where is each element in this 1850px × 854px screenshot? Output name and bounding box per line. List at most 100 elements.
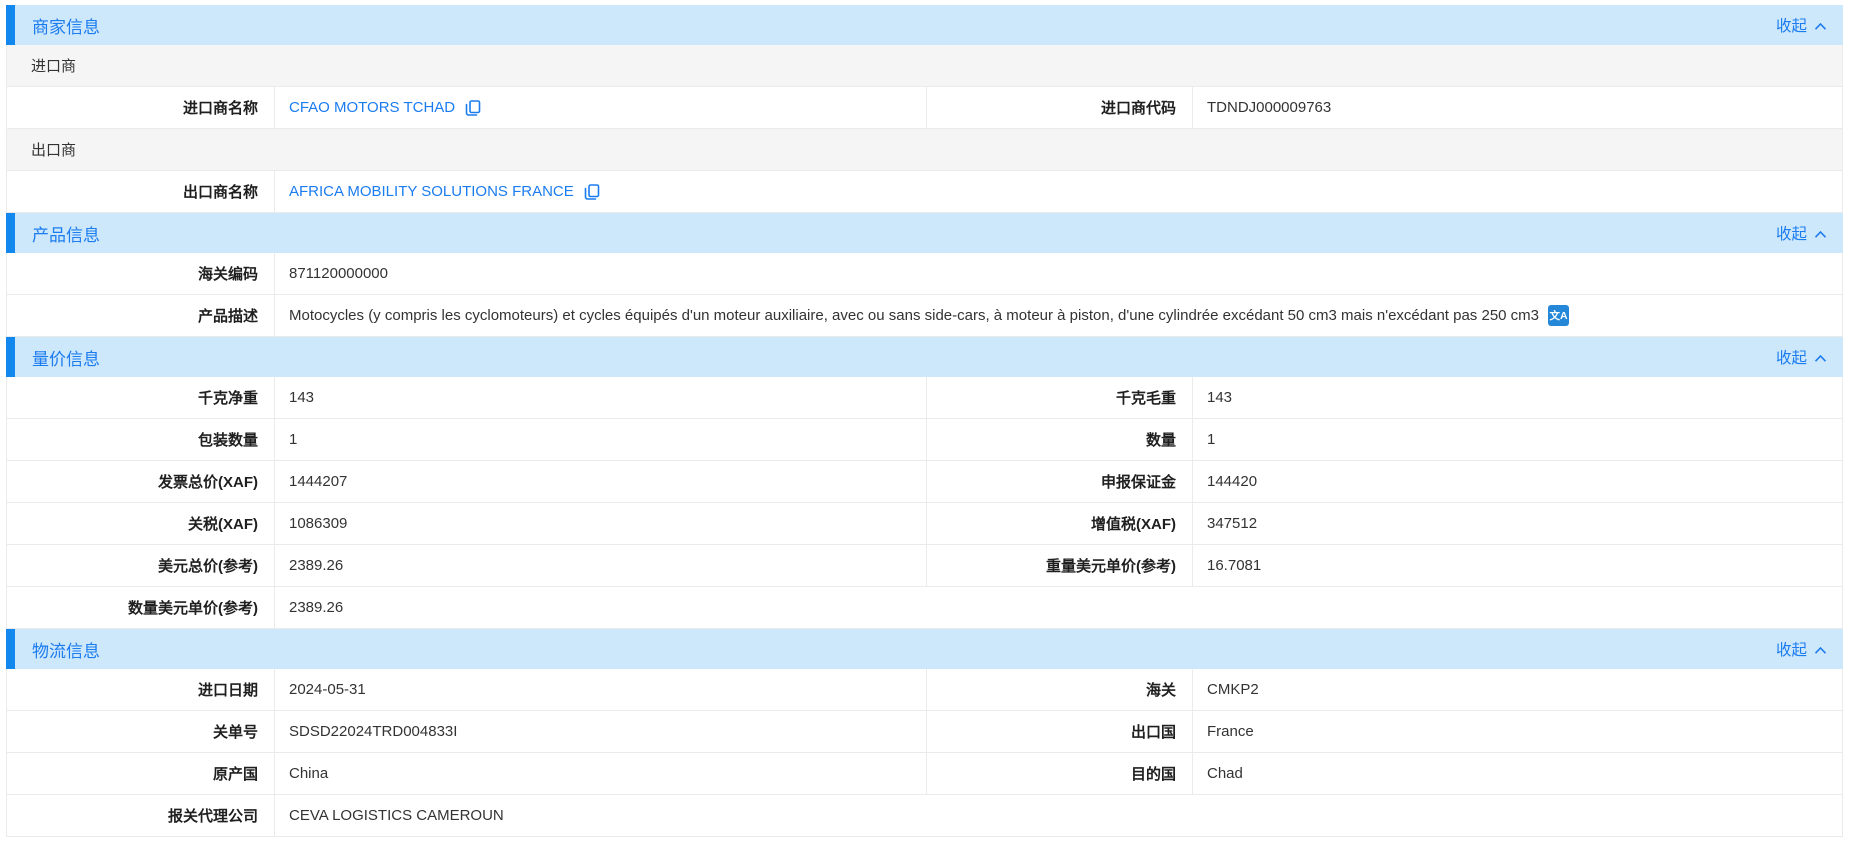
customs-value: CMKP2	[1193, 669, 1842, 710]
importer-name-label: 进口商名称	[7, 87, 275, 128]
collapse-button-logistics[interactable]: 收起	[1776, 638, 1827, 660]
customs-label: 海关	[927, 669, 1193, 710]
declared-deposit-label: 申报保证金	[927, 461, 1193, 502]
section-logistics: 物流信息 收起 进口日期 2024-05-31 海关 CMKP2 关单号 SDS…	[6, 629, 1843, 837]
usd-unit-qty-label: 数量美元单价(参考)	[7, 587, 275, 628]
accent-bar	[6, 213, 15, 253]
customs-doc-no-value: SDSD22024TRD004833I	[275, 711, 927, 752]
section-title-quantity-price: 量价信息	[32, 345, 100, 370]
table-row-tax: 关税(XAF) 1086309 增值税(XAF) 347512	[7, 503, 1842, 545]
section-product: 产品信息 收起 海关编码 871120000000 产品描述 Motocycle…	[6, 213, 1843, 337]
collapse-button-product[interactable]: 收起	[1776, 222, 1827, 244]
trade-detail-page: 商家信息 收起 进口商 进口商名称 CFAO MOTORS TCHAD 进口商代…	[0, 0, 1850, 837]
importer-name-cell: CFAO MOTORS TCHAD	[275, 87, 927, 128]
table-row-quantity: 包装数量 1 数量 1	[7, 419, 1842, 461]
export-country-value: France	[1193, 711, 1842, 752]
accent-bar	[6, 5, 15, 45]
package-qty-value: 1	[275, 419, 927, 460]
section-title-merchant: 商家信息	[32, 13, 100, 38]
section-title-product: 产品信息	[32, 221, 100, 246]
net-weight-label: 千克净重	[7, 377, 275, 418]
tariff-value: 1086309	[275, 503, 927, 544]
invoice-total-label: 发票总价(XAF)	[7, 461, 275, 502]
copy-icon[interactable]	[464, 99, 482, 117]
collapse-button-quantity-price[interactable]: 收起	[1776, 346, 1827, 368]
declared-deposit-value: 144420	[1193, 461, 1842, 502]
export-country-label: 出口国	[927, 711, 1193, 752]
table-row-hs-code: 海关编码 871120000000	[7, 253, 1842, 295]
importer-group-row: 进口商	[7, 45, 1842, 87]
merchant-rows: 进口商 进口商名称 CFAO MOTORS TCHAD 进口商代码 TDNDJ0…	[6, 45, 1843, 213]
collapse-label: 收起	[1776, 346, 1807, 368]
tariff-label: 关税(XAF)	[7, 503, 275, 544]
description-cell: Motocycles (y compris les cyclomoteurs) …	[275, 295, 1842, 336]
section-header-merchant: 商家信息 收起	[6, 5, 1843, 45]
exporter-name-cell: AFRICA MOBILITY SOLUTIONS FRANCE	[275, 171, 1842, 212]
collapse-button-merchant[interactable]: 收起	[1776, 14, 1827, 36]
collapse-label: 收起	[1776, 222, 1807, 244]
dest-country-label: 目的国	[927, 753, 1193, 794]
gross-weight-value: 143	[1193, 377, 1842, 418]
section-header-logistics: 物流信息 收起	[6, 629, 1843, 669]
table-row-exporter: 出口商名称 AFRICA MOBILITY SOLUTIONS FRANCE	[7, 171, 1842, 213]
section-header-product: 产品信息 收起	[6, 213, 1843, 253]
package-qty-label: 包装数量	[7, 419, 275, 460]
table-row-broker: 报关代理公司 CEVA LOGISTICS CAMEROUN	[7, 795, 1842, 837]
section-quantity-price: 量价信息 收起 千克净重 143 千克毛重 143 包装数量 1 数量 1 发票…	[6, 337, 1843, 629]
import-date-label: 进口日期	[7, 669, 275, 710]
usd-total-label: 美元总价(参考)	[7, 545, 275, 586]
import-date-value: 2024-05-31	[275, 669, 927, 710]
exporter-group-row: 出口商	[7, 129, 1842, 171]
chevron-up-icon	[1814, 22, 1827, 31]
table-row-usd-unit-qty: 数量美元单价(参考) 2389.26	[7, 587, 1842, 629]
usd-unit-weight-value: 16.7081	[1193, 545, 1842, 586]
importer-code-label: 进口商代码	[927, 87, 1193, 128]
quantity-value: 1	[1193, 419, 1842, 460]
quantity-price-rows: 千克净重 143 千克毛重 143 包装数量 1 数量 1 发票总价(XAF) …	[6, 377, 1843, 629]
vat-label: 增值税(XAF)	[927, 503, 1193, 544]
usd-unit-qty-value: 2389.26	[275, 587, 1842, 628]
copy-icon[interactable]	[583, 183, 601, 201]
accent-bar	[6, 629, 15, 669]
broker-label: 报关代理公司	[7, 795, 275, 836]
customs-doc-no-label: 关单号	[7, 711, 275, 752]
chevron-up-icon	[1814, 354, 1827, 363]
net-weight-value: 143	[275, 377, 927, 418]
usd-unit-weight-label: 重量美元单价(参考)	[927, 545, 1193, 586]
description-value: Motocycles (y compris les cyclomoteurs) …	[289, 307, 1539, 324]
table-row-description: 产品描述 Motocycles (y compris les cyclomote…	[7, 295, 1842, 337]
table-row-importer: 进口商名称 CFAO MOTORS TCHAD 进口商代码 TDNDJ00000…	[7, 87, 1842, 129]
table-row-docno-exportcountry: 关单号 SDSD22024TRD004833I 出口国 France	[7, 711, 1842, 753]
origin-country-label: 原产国	[7, 753, 275, 794]
description-label: 产品描述	[7, 295, 275, 336]
chevron-up-icon	[1814, 230, 1827, 239]
importer-code-value: TDNDJ000009763	[1193, 87, 1842, 128]
hs-code-label: 海关编码	[7, 253, 275, 294]
chevron-up-icon	[1814, 646, 1827, 655]
hs-code-value: 871120000000	[275, 253, 1842, 294]
table-row-date-customs: 进口日期 2024-05-31 海关 CMKP2	[7, 669, 1842, 711]
translate-icon[interactable]: 文A	[1548, 305, 1569, 326]
section-title-logistics: 物流信息	[32, 637, 100, 662]
origin-country-value: China	[275, 753, 927, 794]
broker-value: CEVA LOGISTICS CAMEROUN	[275, 795, 1842, 836]
exporter-name-link[interactable]: AFRICA MOBILITY SOLUTIONS FRANCE	[289, 183, 574, 200]
gross-weight-label: 千克毛重	[927, 377, 1193, 418]
table-row-origin-dest: 原产国 China 目的国 Chad	[7, 753, 1842, 795]
quantity-label: 数量	[927, 419, 1193, 460]
product-rows: 海关编码 871120000000 产品描述 Motocycles (y com…	[6, 253, 1843, 337]
vat-value: 347512	[1193, 503, 1842, 544]
section-merchant: 商家信息 收起 进口商 进口商名称 CFAO MOTORS TCHAD 进口商代…	[6, 5, 1843, 213]
collapse-label: 收起	[1776, 638, 1807, 660]
accent-bar	[6, 337, 15, 377]
section-header-quantity-price: 量价信息 收起	[6, 337, 1843, 377]
exporter-name-label: 出口商名称	[7, 171, 275, 212]
dest-country-value: Chad	[1193, 753, 1842, 794]
table-row-weight: 千克净重 143 千克毛重 143	[7, 377, 1842, 419]
table-row-usd: 美元总价(参考) 2389.26 重量美元单价(参考) 16.7081	[7, 545, 1842, 587]
logistics-rows: 进口日期 2024-05-31 海关 CMKP2 关单号 SDSD22024TR…	[6, 669, 1843, 837]
invoice-total-value: 1444207	[275, 461, 927, 502]
importer-name-link[interactable]: CFAO MOTORS TCHAD	[289, 99, 455, 116]
collapse-label: 收起	[1776, 14, 1807, 36]
usd-total-value: 2389.26	[275, 545, 927, 586]
